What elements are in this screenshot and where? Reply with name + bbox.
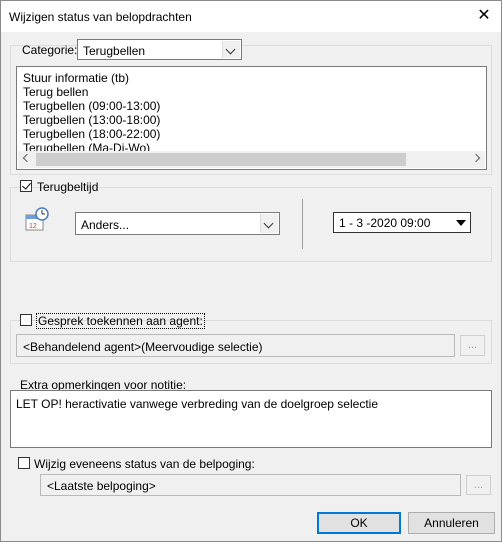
agent-field: <Behandelend agent>(Meervoudige selectie… <box>16 334 455 357</box>
agent-field-value: <Behandelend agent>(Meervoudige selectie… <box>23 340 263 354</box>
list-item[interactable]: Stuur informatie (tb) <box>23 71 129 85</box>
close-icon[interactable]: ✕ <box>473 5 495 27</box>
remarks-text: LET OP! heractivatie vanwege verbreding … <box>16 397 378 411</box>
attempt-browse-button[interactable]: ... <box>466 475 491 495</box>
remarks-textarea[interactable]: LET OP! heractivatie vanwege verbreding … <box>10 390 492 448</box>
ok-button[interactable]: OK <box>317 512 401 534</box>
agent-checkbox-label: Gesprek toekennen aan agent: <box>36 313 205 329</box>
attempt-field: <Laatste belpoging> <box>40 474 461 496</box>
category-select-value: Terugbellen <box>83 44 146 58</box>
cancel-button[interactable]: Annuleren <box>408 512 495 534</box>
svg-text:12: 12 <box>29 223 37 230</box>
dropdown-triangle-icon <box>456 220 466 226</box>
datetime-dropdown-button[interactable] <box>452 214 469 231</box>
list-item[interactable]: Terugbellen (18:00-22:00) <box>23 127 160 141</box>
agent-browse-button[interactable]: ... <box>460 335 485 356</box>
callback-datetime-picker[interactable]: 1 - 3 -2020 09:00 <box>333 212 471 233</box>
callback-checkbox-label: Terugbeltijd <box>37 180 99 194</box>
callback-checkbox[interactable] <box>20 180 32 192</box>
dialog-window: Wijzigen status van belopdrachten ✕ Cate… <box>0 0 502 542</box>
callback-option-dropdown-button[interactable] <box>260 214 278 233</box>
list-item[interactable]: Terugbellen (09:00-13:00) <box>23 99 160 113</box>
category-label: Categorie: <box>22 43 78 57</box>
scroll-left-icon[interactable] <box>22 153 32 163</box>
attempt-checkbox[interactable] <box>18 457 30 469</box>
list-item[interactable]: Terugbellen (13:00-18:00) <box>23 113 160 127</box>
category-dropdown-button[interactable] <box>222 41 240 58</box>
chevron-down-icon <box>225 44 236 55</box>
vertical-separator <box>302 199 303 249</box>
scrollbar-thumb[interactable] <box>36 153 406 166</box>
callback-datetime-value: 1 - 3 -2020 09:00 <box>339 216 431 230</box>
attempt-checkbox-label: Wijzig eveneens status van de belpoging: <box>34 457 255 471</box>
category-select[interactable]: Terugbellen <box>77 39 242 60</box>
category-listbox[interactable]: Stuur informatie (tb) Terug bellen Terug… <box>16 66 487 170</box>
scroll-right-icon[interactable] <box>471 153 481 163</box>
chevron-down-icon <box>263 218 274 229</box>
attempt-field-value: <Laatste belpoging> <box>47 479 156 493</box>
callback-option-value: Anders... <box>81 218 130 232</box>
calendar-clock-icon: 12 <box>23 206 51 234</box>
window-title: Wijzigen status van belopdrachten <box>9 10 192 24</box>
agent-checkbox[interactable] <box>20 314 32 326</box>
callback-option-select[interactable]: Anders... <box>75 212 280 235</box>
horizontal-scrollbar[interactable] <box>18 151 485 168</box>
list-item[interactable]: Terug bellen <box>23 85 88 99</box>
title-bar: Wijzigen status van belopdrachten ✕ <box>1 1 501 32</box>
